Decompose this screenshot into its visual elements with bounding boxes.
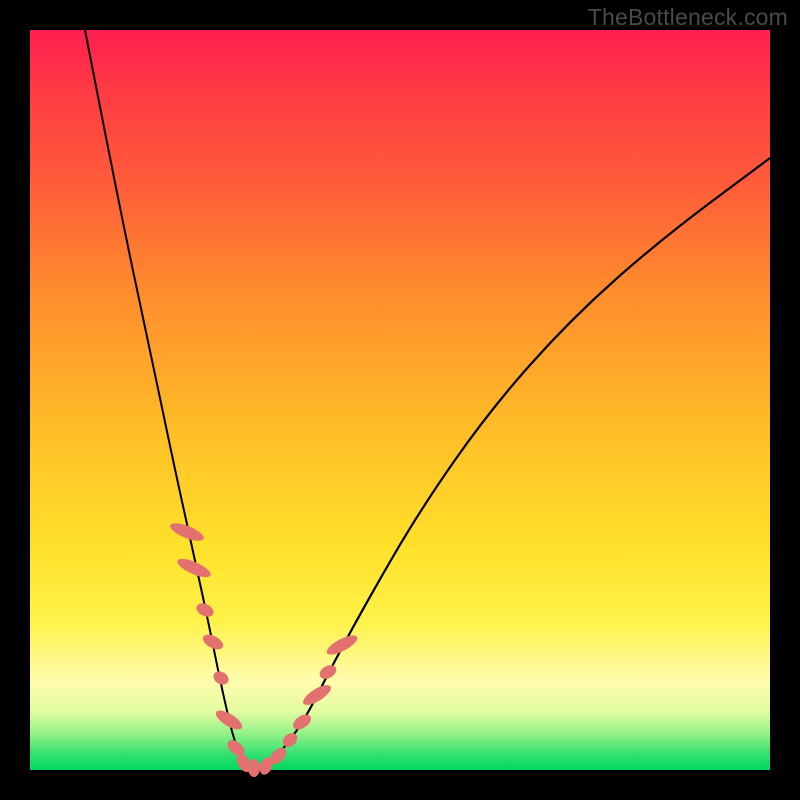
plot-area bbox=[30, 30, 770, 770]
curve-svg bbox=[30, 30, 770, 770]
bottleneck-curve-left bbox=[85, 30, 250, 769]
data-marker bbox=[213, 707, 245, 733]
chart-frame: TheBottleneck.com bbox=[0, 0, 800, 800]
data-marker bbox=[324, 632, 360, 659]
watermark-text: TheBottleneck.com bbox=[588, 4, 788, 31]
data-markers bbox=[168, 520, 360, 777]
data-marker bbox=[300, 681, 333, 708]
data-marker bbox=[248, 759, 260, 777]
bottleneck-curve-right bbox=[260, 158, 770, 769]
data-marker bbox=[317, 662, 339, 681]
data-marker bbox=[280, 730, 300, 749]
data-marker bbox=[290, 711, 313, 732]
